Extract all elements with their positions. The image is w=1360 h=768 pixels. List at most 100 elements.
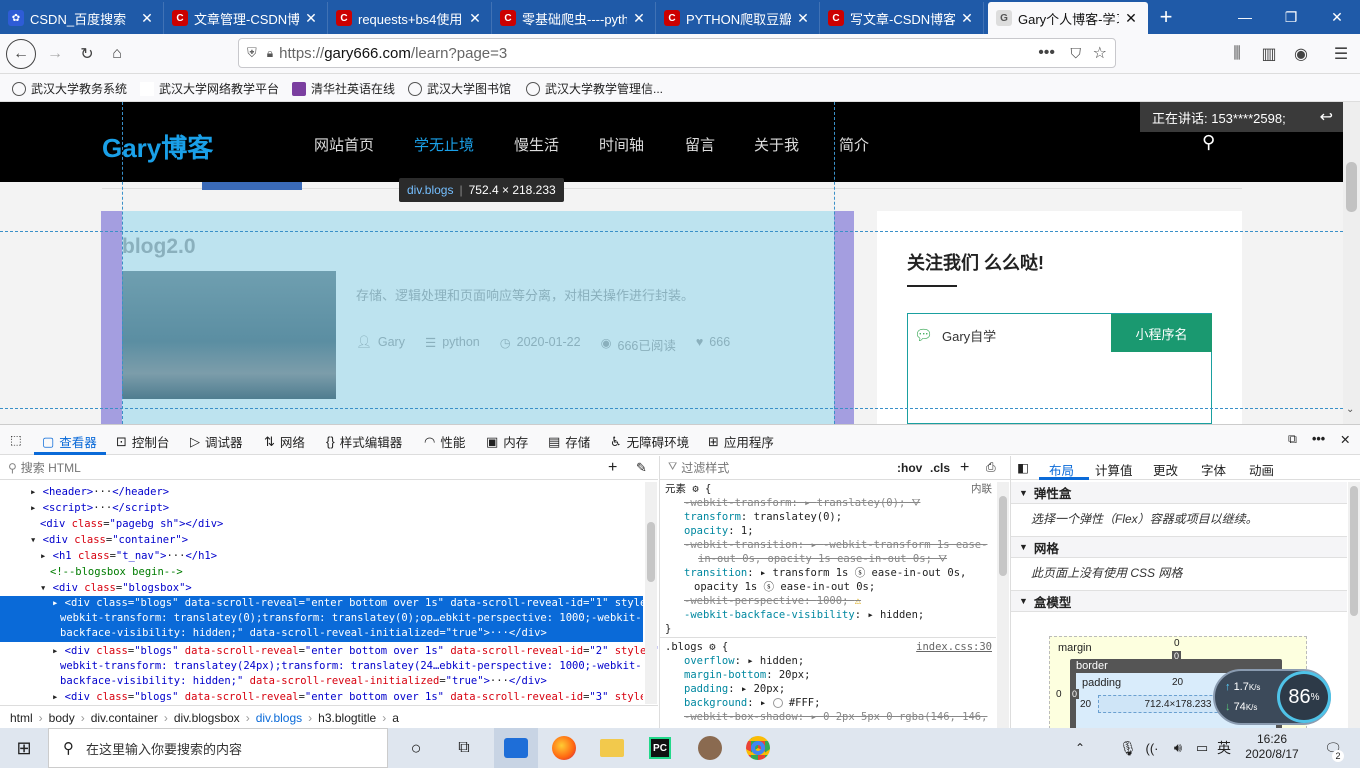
search-icon[interactable]: ⚲: [1202, 132, 1215, 153]
filter-styles-input[interactable]: [681, 460, 882, 475]
chrome-icon[interactable]: [736, 728, 780, 768]
menu-message[interactable]: 留言: [685, 134, 715, 155]
more-options-icon[interactable]: •••: [1312, 432, 1325, 446]
close-window-icon[interactable]: ✕: [1314, 0, 1360, 34]
node-blogs-3[interactable]: ▸ <div class="blogs" data-scroll-reveal=…: [0, 690, 643, 704]
padding-top-value[interactable]: 20: [1172, 677, 1183, 688]
network-monitor[interactable]: ↑ 1.7K/s ↓ 74K/s 86%: [1213, 669, 1331, 725]
eyedropper-icon[interactable]: ✎: [636, 460, 647, 476]
tab-3[interactable]: Crequests+bs4使用 ✕: [328, 2, 492, 34]
close-icon[interactable]: ✕: [139, 10, 155, 27]
decl[interactable]: -webkit-perspective: 1000; ⚠: [660, 594, 996, 608]
tab-application[interactable]: ⊞ 应用程序: [708, 432, 774, 451]
node-comment[interactable]: <!--blogsbox begin-->: [0, 564, 658, 580]
bookmark-star-icon[interactable]: ☆: [1093, 43, 1107, 63]
node-script[interactable]: ▸ <script>···</script>: [0, 500, 658, 516]
margin-top-value[interactable]: 0: [1174, 638, 1180, 649]
close-icon[interactable]: ✕: [959, 10, 975, 27]
firefox-icon[interactable]: [542, 728, 586, 768]
source-link[interactable]: index.css:30: [916, 640, 992, 654]
node-header[interactable]: ▸ <header>···</header>: [0, 484, 658, 500]
node-pagebg[interactable]: <div class="pagebg sh"></div>: [0, 516, 658, 532]
clock[interactable]: 16:26 2020/8/17: [1240, 732, 1304, 764]
tab-network[interactable]: ⇅ 网络: [264, 432, 305, 451]
crumb-a[interactable]: a: [392, 711, 399, 725]
crumb-html[interactable]: html: [10, 711, 33, 725]
screenshot-icon[interactable]: ⎙: [986, 460, 996, 475]
padding-left-value[interactable]: 20: [1080, 699, 1091, 710]
layout-scrollbar[interactable]: [1348, 482, 1360, 729]
cls-toggle[interactable]: .cls: [930, 461, 950, 475]
decl[interactable]: transform: translatey(0);: [660, 510, 996, 524]
node-h1[interactable]: ▸ <h1 class="t_nav">···</h1>: [0, 548, 658, 564]
sidebar-icon[interactable]: ▥: [1254, 39, 1284, 69]
tab-4[interactable]: C 零基础爬虫----pyth ✕: [492, 2, 656, 34]
tab-console[interactable]: ⊡ 控制台: [116, 432, 169, 451]
library-icon[interactable]: ⫼: [1222, 39, 1252, 69]
bookmark-4[interactable]: 武汉大学图书馆: [408, 80, 511, 97]
crumb-blogtitle[interactable]: h3.blogtitle: [318, 711, 376, 725]
menu-icon[interactable]: ☰: [1326, 39, 1356, 69]
node-blogs-selected[interactable]: ▸ <div class="blogs" data-scroll-reveal=…: [0, 596, 658, 642]
cortana-icon[interactable]: ○: [396, 728, 436, 768]
toggle-pane-icon[interactable]: ◧: [1017, 460, 1029, 475]
blog-thumbnail[interactable]: [122, 271, 336, 399]
grid-section-header[interactable]: ▼ 网格: [1011, 536, 1347, 558]
crumb-blogs[interactable]: div.blogs: [256, 711, 302, 725]
tab-1[interactable]: ✿ CSDN_百度搜索 ✕: [0, 2, 164, 34]
margin-left-value[interactable]: 0: [1056, 689, 1062, 700]
flexbox-section-header[interactable]: ▼ 弹性盒: [1011, 482, 1347, 504]
node-blogsbox[interactable]: ▾ <div class="blogsbox">: [0, 580, 658, 596]
add-node-icon[interactable]: +: [608, 459, 617, 477]
pycharm-icon[interactable]: PC: [638, 728, 682, 768]
close-icon[interactable]: ✕: [631, 10, 647, 27]
volume-icon[interactable]: 🔊︎: [1166, 728, 1190, 768]
decl[interactable]: transition: ▸ transform 1s ⓢ ease-in-out…: [660, 566, 996, 580]
rules-scrollbar[interactable]: [997, 482, 1009, 729]
boxmodel-section-header[interactable]: ▼ 盒模型: [1011, 590, 1347, 612]
page-scrollbar[interactable]: ⌄: [1343, 102, 1360, 424]
blog-category[interactable]: python: [442, 335, 480, 354]
tab-changes[interactable]: 更改: [1153, 460, 1178, 479]
tab-2[interactable]: C 文章管理-CSDN博客✕: [164, 2, 328, 34]
address-bar[interactable]: ⛨ 🔒︎ https://gary666.com/learn?page=3 ••…: [238, 38, 1116, 68]
tab-7-active[interactable]: G Gary个人博客-学习 ✕: [988, 2, 1148, 34]
notification-icon[interactable]: 🗨︎ 2: [1318, 728, 1348, 768]
decl[interactable]: overflow: ▸ hidden;: [660, 654, 996, 668]
close-icon[interactable]: ✕: [1123, 10, 1139, 27]
tab-self-study[interactable]: Gary自学: [942, 326, 996, 345]
microphone-icon[interactable]: 🎙︎: [1116, 728, 1140, 768]
node-container[interactable]: ▾ <div class="container">: [0, 532, 658, 548]
bookmark-5[interactable]: 武汉大学教学管理信...: [526, 80, 663, 97]
forward-icon[interactable]: →: [40, 39, 70, 69]
html-search-input[interactable]: [20, 460, 581, 475]
menu-about[interactable]: 关于我: [754, 134, 799, 155]
tab-style-editor[interactable]: {} 样式编辑器: [326, 432, 402, 451]
decl[interactable]: background: ▸ #FFF;: [660, 696, 996, 710]
blog-author[interactable]: Gary: [378, 335, 405, 354]
app-icon-blue[interactable]: [494, 728, 538, 768]
pocket-icon[interactable]: ⛉: [1071, 45, 1082, 62]
tab-animations[interactable]: 动画: [1249, 460, 1274, 479]
menu-slow-life[interactable]: 慢生活: [514, 134, 559, 155]
crumb-body[interactable]: body: [49, 711, 75, 725]
dock-icon[interactable]: ⧉: [1288, 432, 1297, 447]
reload-icon[interactable]: ↻: [72, 39, 102, 69]
windows-start-icon[interactable]: ⊞: [0, 728, 48, 768]
decl[interactable]: margin-bottom: 20px;: [660, 668, 996, 682]
markup-scrollbar[interactable]: [645, 482, 657, 704]
tab-inspector[interactable]: ▢ 查看器: [42, 432, 97, 451]
decl[interactable]: -webkit-transform: ▸ translatey(0); ⛛: [660, 496, 996, 510]
border-top-value[interactable]: 0: [1172, 651, 1182, 661]
bookmark-3[interactable]: 清华社英语在线: [292, 80, 395, 97]
blog-title[interactable]: blog2.0: [122, 235, 196, 259]
task-view-icon[interactable]: ⧉: [444, 728, 484, 768]
markup-view[interactable]: ▸ <header>···</header> ▸ <script>···</sc…: [0, 482, 658, 704]
network-icon[interactable]: ((·: [1140, 728, 1164, 768]
tab-memory[interactable]: ▣ 内存: [486, 432, 528, 451]
decl[interactable]: -webkit-box-shadow: ▸ 0 2px 5px 0 rgba(1…: [660, 710, 996, 724]
reply-icon[interactable]: ↩: [1320, 107, 1333, 127]
close-icon[interactable]: ✕: [795, 10, 811, 27]
add-rule-icon[interactable]: +: [960, 459, 969, 477]
tab-fonts[interactable]: 字体: [1201, 460, 1226, 479]
